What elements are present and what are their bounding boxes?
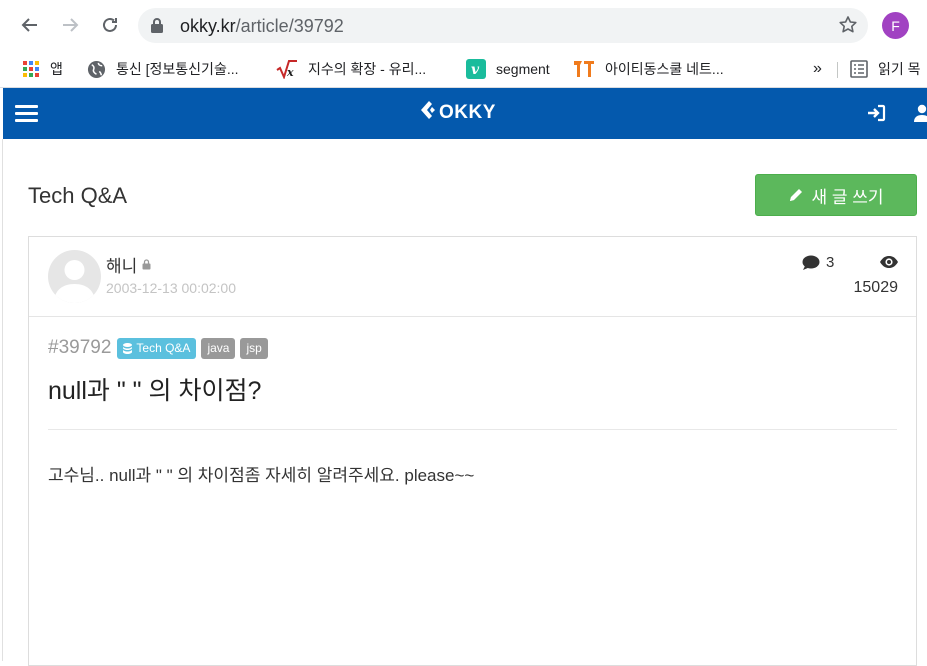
back-button[interactable] xyxy=(17,12,43,38)
reading-list-icon xyxy=(850,60,868,78)
globe-icon xyxy=(87,60,106,79)
menu-icon[interactable] xyxy=(15,105,38,126)
bookmark-label: 읽기 목 xyxy=(878,61,921,77)
page-border xyxy=(2,139,3,661)
sqrt-x-icon: x xyxy=(276,59,298,79)
url-text: okky.kr/article/39792 xyxy=(180,16,344,36)
post-id: #39792 xyxy=(48,337,112,358)
address-bar[interactable]: okky.kr/article/39792 xyxy=(138,8,868,43)
profile-avatar[interactable]: F xyxy=(882,12,909,39)
view-count: 15029 xyxy=(853,279,899,296)
lock-icon xyxy=(150,17,164,38)
post-title: null과 " " 의 차이점? xyxy=(48,377,262,405)
arrow-left-icon xyxy=(21,18,37,32)
write-post-button[interactable]: 새 글 쓰기 xyxy=(755,174,917,216)
login-icon[interactable] xyxy=(867,104,886,127)
arrow-right-icon xyxy=(63,18,79,32)
bookmark-telecom[interactable]: 통신 [정보통신기술... xyxy=(87,57,239,81)
bookmarks-overflow-button[interactable]: » xyxy=(813,57,822,81)
lock-icon xyxy=(142,259,151,270)
bookmark-label: 지수의 확장 - 유리... xyxy=(308,61,427,77)
forward-button[interactable] xyxy=(57,12,83,38)
author-avatar[interactable] xyxy=(48,250,101,303)
logo-text: OKKY xyxy=(439,102,496,123)
author-name-text: 해니 xyxy=(106,257,138,276)
user-icon[interactable] xyxy=(914,104,927,127)
reading-list-button[interactable]: 읽기 목 xyxy=(850,57,921,81)
article-header: 해니 2003-12-13 00:02:00 3 15029 xyxy=(29,237,916,317)
browser-toolbar: okky.kr/article/39792 F xyxy=(0,0,927,50)
comment-count: 3 xyxy=(802,254,834,271)
apps-grid-icon xyxy=(22,60,40,78)
bookmarks-divider xyxy=(837,62,838,78)
site-logo[interactable]: OKKY xyxy=(420,101,496,125)
svg-text:x: x xyxy=(286,66,294,79)
tag-jsp[interactable]: jsp xyxy=(240,337,268,359)
v-logo-icon: v xyxy=(466,59,486,79)
article-panel: 해니 2003-12-13 00:02:00 3 15029 #39792 Te… xyxy=(28,236,917,666)
comment-icon xyxy=(802,255,820,271)
post-body: 고수님.. null과 " " 의 차이점좀 자세히 알려주세요. please… xyxy=(48,466,475,485)
reload-button[interactable] xyxy=(97,12,123,38)
category-label: Tech Q&A xyxy=(136,341,191,355)
bookmark-label: 아이티동스쿨 네트... xyxy=(605,61,724,77)
bookmark-segment[interactable]: v segment xyxy=(466,57,550,81)
post-date: 2003-12-13 00:02:00 xyxy=(106,280,236,296)
bookmark-apps[interactable]: 앱 xyxy=(22,57,63,81)
category-tag[interactable]: Tech Q&A xyxy=(117,337,197,359)
bookmark-label: 통신 [정보통신기술... xyxy=(116,61,239,77)
it-logo-icon xyxy=(573,59,595,79)
reload-icon xyxy=(103,17,117,32)
bookmark-label: 앱 xyxy=(50,61,63,77)
write-post-label: 새 글 쓰기 xyxy=(811,187,884,207)
tag-java[interactable]: java xyxy=(201,337,236,359)
okky-logo-mark-icon xyxy=(420,100,438,126)
title-divider xyxy=(48,429,897,430)
bookmarks-bar: 앱 통신 [정보통신기술... x 지수의 확장 - 유리... v segme… xyxy=(0,50,927,88)
bookmark-exponent[interactable]: x 지수의 확장 - 유리... xyxy=(276,57,426,81)
svg-text:v: v xyxy=(471,62,480,78)
author-name[interactable]: 해니 xyxy=(106,252,151,277)
bookmark-itdong[interactable]: 아이티동스쿨 네트... xyxy=(573,57,724,81)
pencil-icon xyxy=(788,187,804,203)
post-meta: #39792 Tech Q&A java jsp xyxy=(48,337,273,359)
comment-count-value: 3 xyxy=(826,254,835,271)
database-icon xyxy=(123,342,133,354)
bookmark-label: segment xyxy=(496,61,550,77)
eye-icon xyxy=(879,255,899,274)
overflow-chevron-icon: » xyxy=(813,60,822,77)
site-header: OKKY xyxy=(3,88,927,139)
bookmark-star-icon[interactable] xyxy=(838,15,858,40)
page-title: Tech Q&A xyxy=(28,183,128,208)
